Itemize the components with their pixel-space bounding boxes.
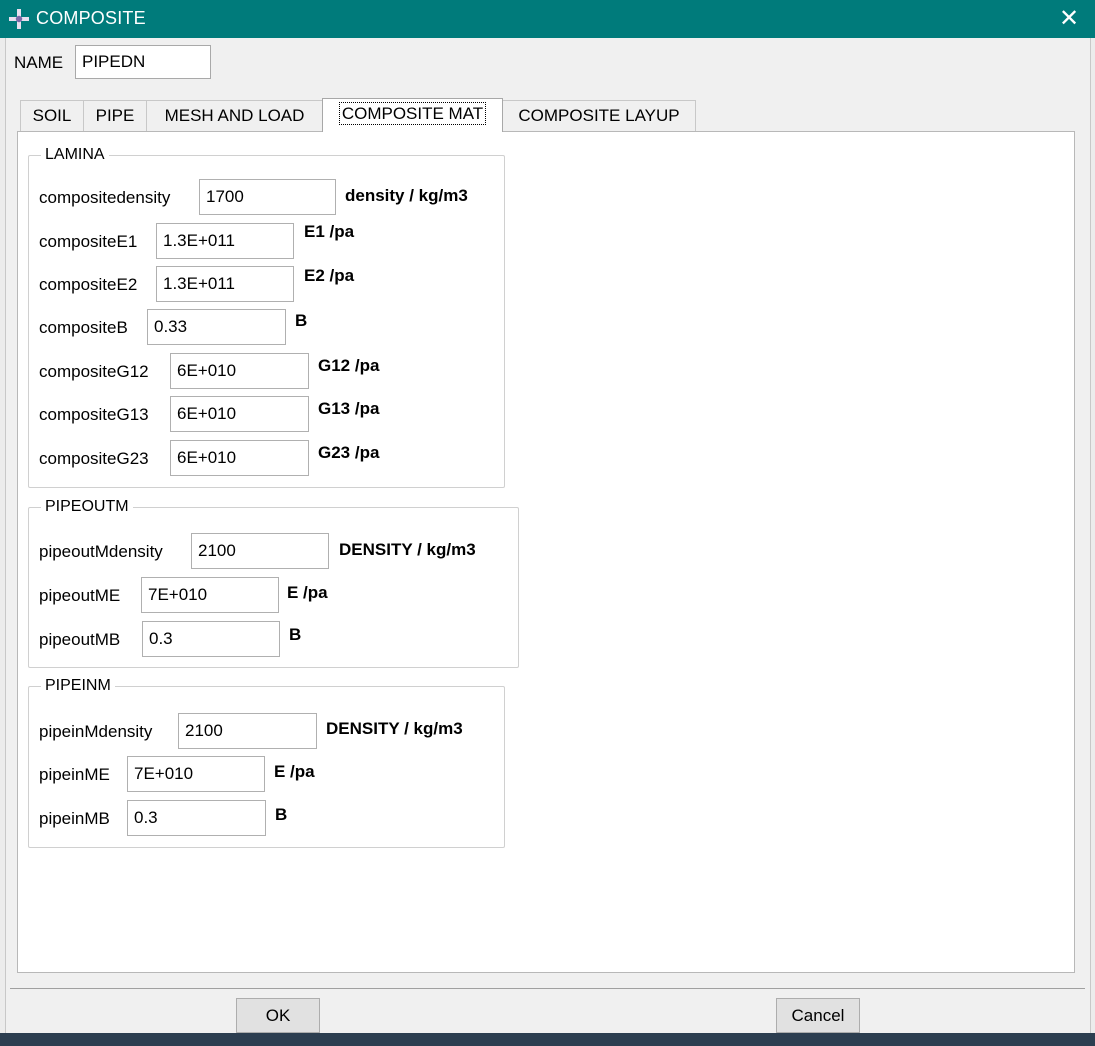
tab-soil[interactable]: SOIL [20, 100, 84, 131]
composite-g13-label: compositeG13 [39, 405, 149, 424]
composite-g12-input[interactable] [170, 353, 309, 389]
close-icon[interactable]: ✕ [1057, 6, 1081, 32]
composite-e2-unit: E2 /pa [304, 266, 355, 285]
pipeout-m-density-input[interactable] [191, 533, 329, 569]
tab-composite-mat-label: COMPOSITE MAT [338, 102, 487, 125]
app-cross-icon [9, 9, 29, 29]
composite-g12-label: compositeG12 [39, 362, 149, 381]
taskbar-strip [0, 1033, 1095, 1046]
composite-density-input[interactable] [199, 179, 336, 215]
pipein-mb-label: pipeinMB [39, 809, 110, 828]
tab-composite-layup[interactable]: COMPOSITE LAYUP [502, 100, 696, 131]
pipeout-mb-label: pipeoutMB [39, 630, 121, 649]
composite-g12-unit: G12 /pa [318, 356, 380, 375]
ok-button[interactable]: OK [236, 998, 320, 1033]
tab-pipe-label: PIPE [95, 106, 135, 125]
window-title: COMPOSITE [36, 8, 146, 28]
composite-e2-input[interactable] [156, 266, 294, 302]
composite-density-unit: density / kg/m3 [345, 186, 468, 205]
composite-e2-label: compositeE2 [39, 275, 138, 294]
pipeout-mb-input[interactable] [142, 621, 280, 657]
pipeout-me-unit: E /pa [287, 583, 328, 602]
composite-g23-label: compositeG23 [39, 449, 149, 468]
composite-g13-input[interactable] [170, 396, 309, 432]
pipeout-m-density-unit: DENSITY / kg/m3 [339, 540, 476, 559]
tab-soil-label: SOIL [32, 106, 72, 125]
composite-b-input[interactable] [147, 309, 286, 345]
composite-g23-unit: G23 /pa [318, 443, 380, 462]
pipein-me-label: pipeinME [39, 765, 110, 784]
pipeout-me-label: pipeoutME [39, 586, 121, 605]
pipeout-mb-unit: B [289, 625, 302, 644]
pipein-m-density-input[interactable] [178, 713, 317, 749]
pipein-me-input[interactable] [127, 756, 265, 792]
pipein-m-density-unit: DENSITY / kg/m3 [326, 719, 463, 738]
pipeout-me-input[interactable] [141, 577, 279, 613]
tab-mesh-and-load[interactable]: MESH AND LOAD [146, 100, 323, 131]
tab-mesh-and-load-label: MESH AND LOAD [164, 106, 305, 125]
pipein-mb-unit: B [275, 805, 288, 824]
composite-e1-label: compositeE1 [39, 232, 138, 251]
pipein-me-unit: E /pa [274, 762, 315, 781]
tab-composite-layup-label: COMPOSITE LAYUP [518, 106, 680, 125]
composite-g13-unit: G13 /pa [318, 399, 380, 418]
tab-pipe[interactable]: PIPE [83, 100, 147, 131]
pipein-mb-input[interactable] [127, 800, 266, 836]
title-bar[interactable]: COMPOSITE ✕ [0, 0, 1095, 38]
window-edge-left [0, 38, 6, 1033]
lamina-legend: LAMINA [45, 146, 105, 163]
composite-e1-input[interactable] [156, 223, 294, 259]
pipein-m-density-label: pipeinMdensity [39, 722, 153, 741]
name-input[interactable] [75, 45, 211, 79]
composite-g23-input[interactable] [170, 440, 309, 476]
composite-density-label: compositedensity [39, 188, 171, 207]
pipeinm-legend: PIPEINM [45, 677, 111, 694]
name-label: NAME [14, 53, 64, 72]
cancel-button[interactable]: Cancel [776, 998, 860, 1033]
composite-e1-unit: E1 /pa [304, 222, 355, 241]
pipeoutm-legend: PIPEOUTM [45, 498, 129, 515]
window-edge-right [1090, 38, 1095, 1033]
composite-b-unit: B [295, 311, 308, 330]
composite-mat-panel: LAMINA compositedensity density / kg/m3 … [17, 131, 1075, 973]
composite-b-label: compositeB [39, 318, 128, 337]
pipeout-m-density-label: pipeoutMdensity [39, 542, 163, 561]
tab-composite-mat[interactable]: COMPOSITE MAT [322, 98, 503, 132]
button-separator [10, 988, 1085, 989]
